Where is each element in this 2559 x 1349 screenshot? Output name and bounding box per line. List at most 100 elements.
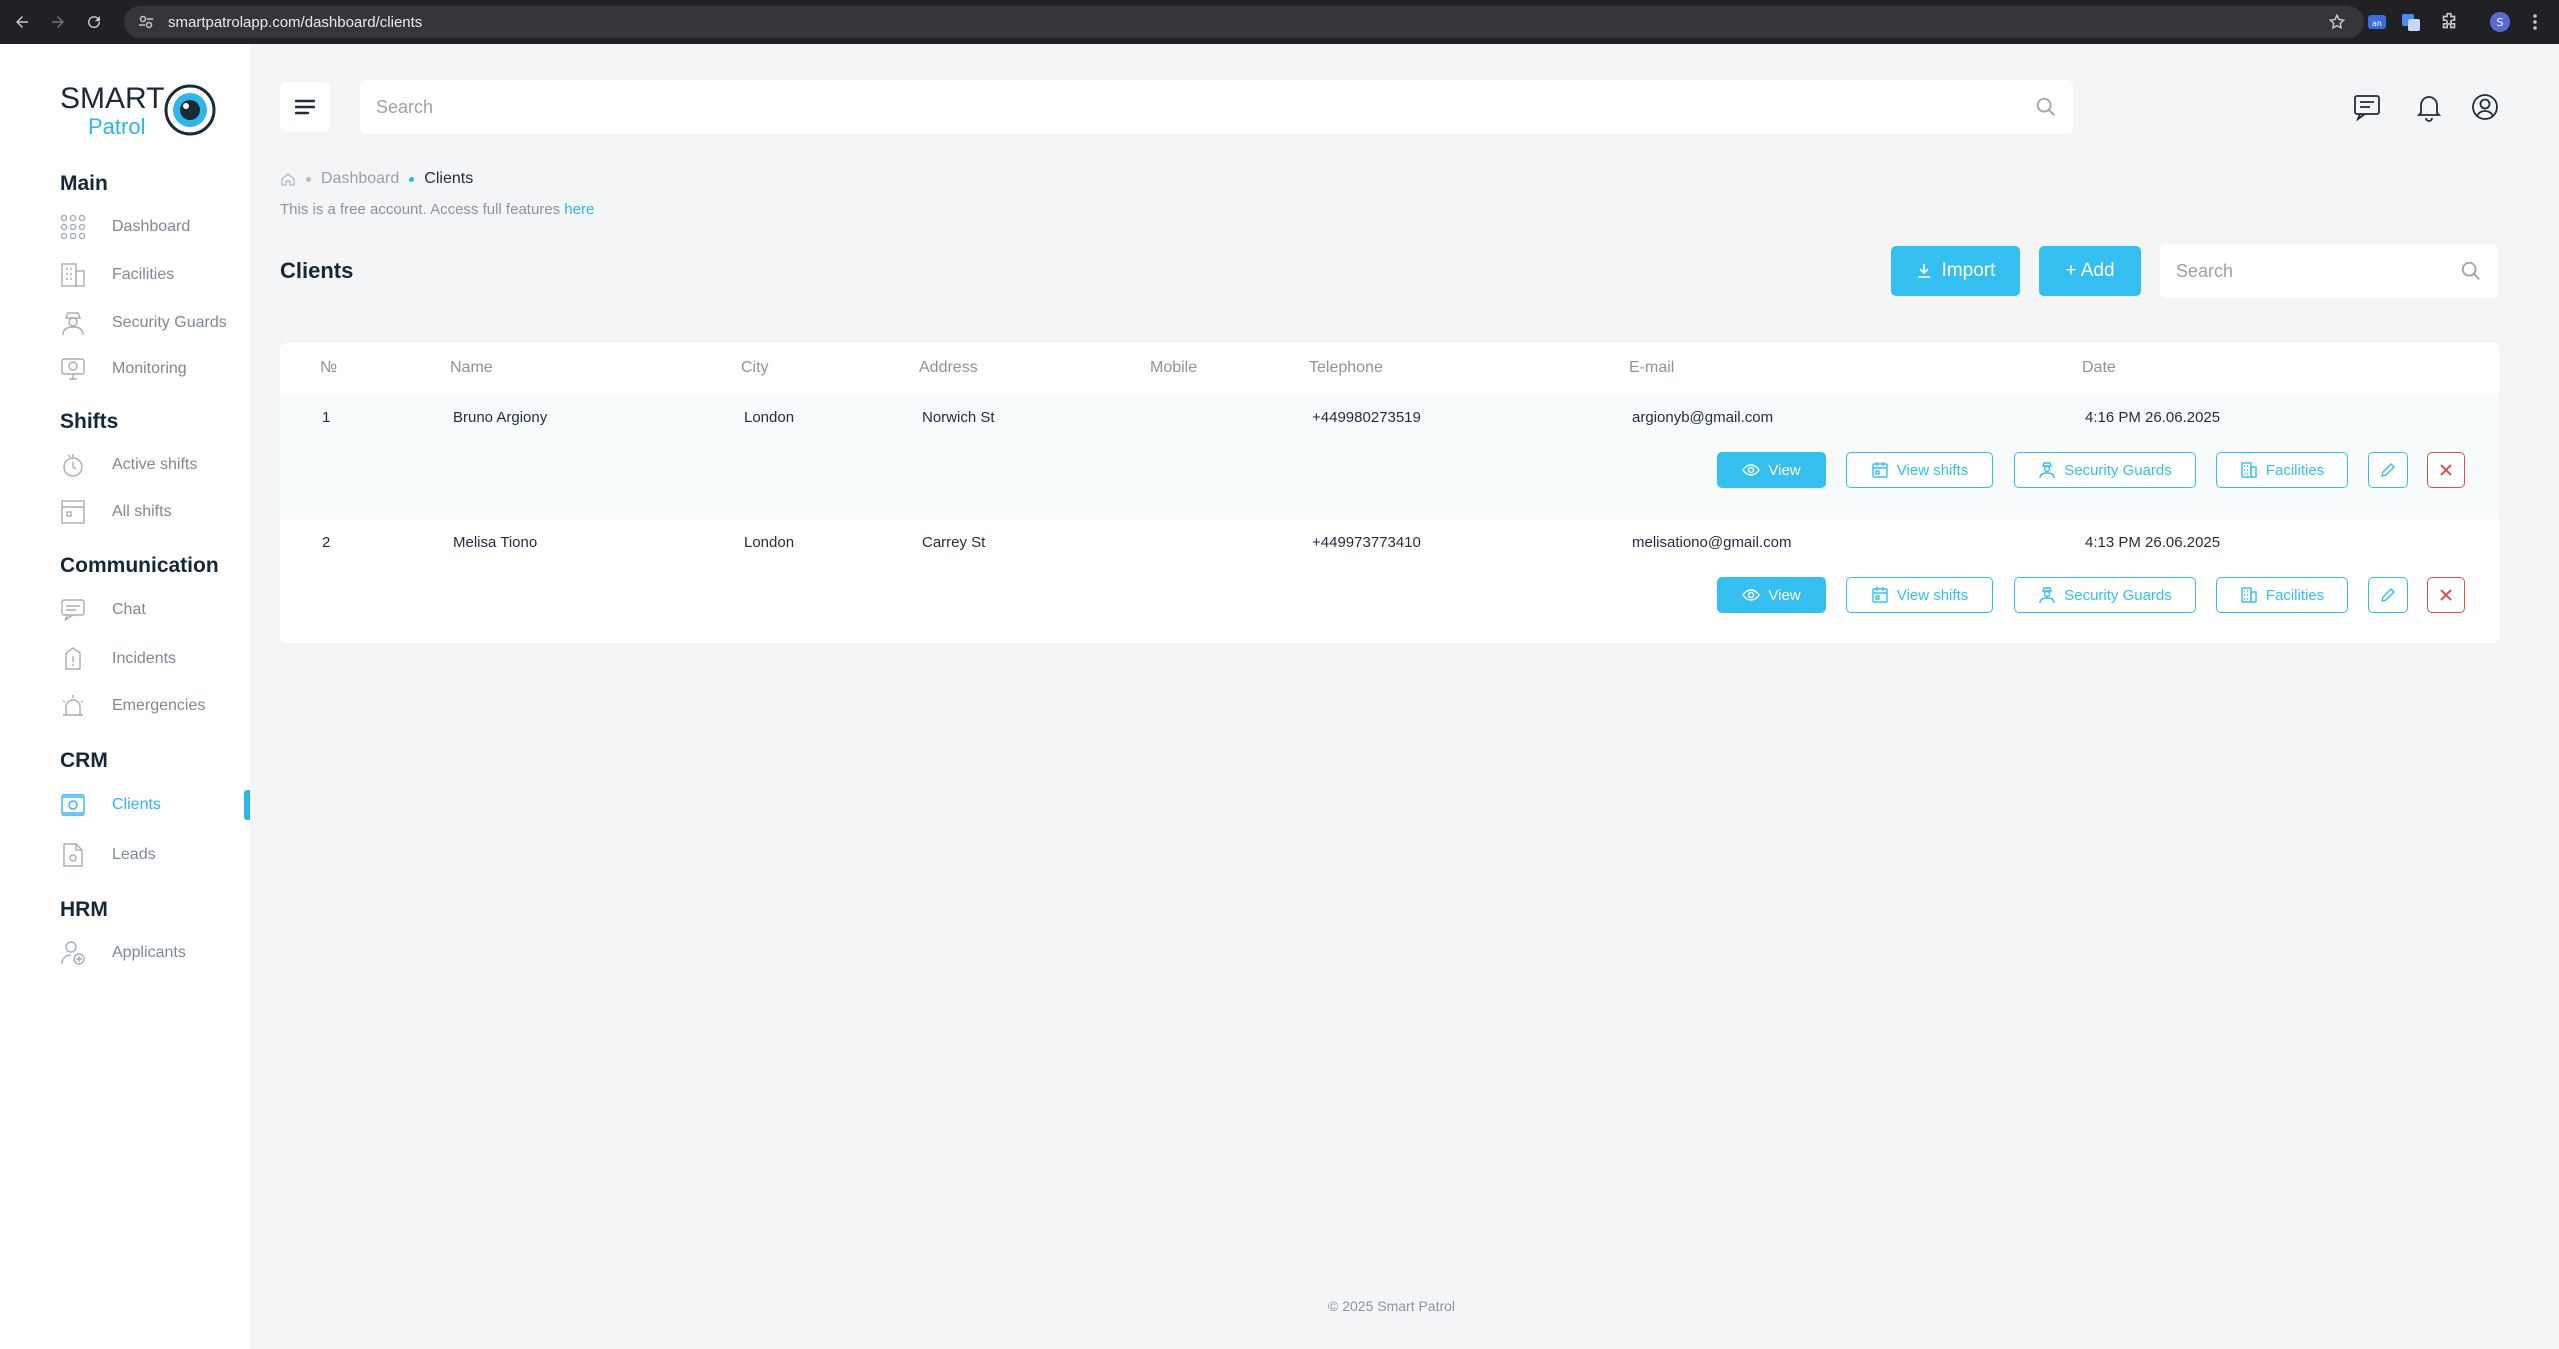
back-icon[interactable] <box>8 8 36 36</box>
bookmark-star-icon[interactable] <box>2328 13 2346 31</box>
upgrade-link[interactable]: here <box>564 201 594 218</box>
free-account-notice: This is a free account. Access full feat… <box>280 201 594 218</box>
sidebar-item-incidents[interactable]: Incidents <box>60 644 250 674</box>
calendar-icon <box>1872 462 1888 478</box>
logo-text-patrol: Patrol <box>88 114 146 139</box>
edit-button[interactable] <box>2368 577 2408 613</box>
active-indicator <box>244 790 250 820</box>
column-header-telephone: Telephone <box>1309 359 1383 376</box>
svg-text:an: an <box>2372 19 2382 28</box>
sidebar-item-facilities[interactable]: Facilities <box>60 260 250 290</box>
cell-name: Bruno Argiony <box>453 409 548 426</box>
profile-avatar-icon[interactable]: S <box>2489 11 2511 33</box>
cell-city: London <box>744 409 795 426</box>
close-icon <box>2440 464 2452 476</box>
global-search[interactable] <box>360 80 2073 134</box>
sidebar-item-chat[interactable]: Chat <box>60 595 250 625</box>
extensions-puzzle-icon[interactable] <box>2438 11 2460 33</box>
cell-name: Melisa Tiono <box>453 534 538 551</box>
view-shifts-button-label: View shifts <box>1896 586 1969 604</box>
sidebar-item-label: Facilities <box>112 266 175 283</box>
monitor-icon <box>61 358 85 380</box>
view-button-label: View <box>1768 461 1801 479</box>
global-search-input[interactable] <box>376 96 1904 118</box>
breadcrumb-separator <box>306 176 311 182</box>
view-button[interactable]: View <box>1717 452 1826 488</box>
breadcrumb-current: Clients <box>424 170 474 187</box>
user-account-icon[interactable] <box>2470 92 2500 122</box>
delete-button[interactable] <box>2427 452 2465 488</box>
download-icon <box>1917 264 1930 278</box>
site-settings-icon[interactable] <box>138 14 154 30</box>
sidebar-item-active-shifts[interactable]: Active shifts <box>60 450 250 480</box>
security-guards-button[interactable]: Security Guards <box>2014 452 2196 488</box>
cell-address: Norwich St <box>922 409 995 426</box>
reload-icon[interactable] <box>80 8 108 36</box>
extension-icon-1[interactable]: an <box>2366 11 2388 33</box>
forward-icon[interactable] <box>44 8 72 36</box>
view-shifts-button[interactable]: View shifts <box>1846 577 1993 613</box>
delete-button[interactable] <box>2427 577 2465 613</box>
hamburger-icon <box>295 99 315 115</box>
notification-bell-icon[interactable] <box>2414 92 2444 122</box>
pencil-icon <box>2381 588 2395 602</box>
sidebar-item-label: Chat <box>112 601 146 618</box>
grid-icon <box>60 214 86 240</box>
sidebar-item-all-shifts[interactable]: All shifts <box>60 497 250 527</box>
view-shifts-button-label: View shifts <box>1896 461 1969 479</box>
sidebar-item-label: Active shifts <box>112 456 198 473</box>
sidebar-item-applicants[interactable]: Applicants <box>60 938 250 968</box>
cell-date: 4:13 PM 26.06.2025 <box>2085 534 2221 551</box>
sidebar-item-label: Clients <box>112 796 161 813</box>
sidebar-item-dashboard[interactable]: Dashboard <box>60 212 250 242</box>
building-icon <box>61 263 85 287</box>
menu-toggle-button[interactable] <box>280 82 330 132</box>
facilities-button-label: Facilities <box>2265 586 2325 604</box>
column-header-date: Date <box>2082 359 2116 376</box>
sidebar-item-emergencies[interactable]: Emergencies <box>60 691 250 721</box>
table-row: 2 Melisa Tiono London Carrey St +4499737… <box>280 520 2499 644</box>
notice-text: This is a free account. Access full feat… <box>280 201 565 218</box>
cell-number: 1 <box>322 409 331 426</box>
breadcrumb-dashboard-link[interactable]: Dashboard <box>321 170 399 188</box>
column-header-email: E-mail <box>1629 359 1675 376</box>
chat-icon <box>61 599 85 621</box>
search-icon[interactable] <box>2460 260 2482 282</box>
sidebar-item-leads[interactable]: Leads <box>60 840 250 870</box>
guard-icon <box>2039 462 2055 479</box>
home-icon[interactable] <box>280 171 296 187</box>
sidebar-item-security-guards[interactable]: Security Guards <box>60 308 250 338</box>
translate-extension-icon[interactable] <box>2400 11 2422 33</box>
breadcrumb-separator <box>409 176 415 182</box>
sidebar-item-clients[interactable]: Clients <box>60 790 250 820</box>
clients-search[interactable] <box>2160 244 2498 298</box>
address-bar[interactable]: smartpatrolapp.com/dashboard/clients <box>124 6 2364 38</box>
facilities-button[interactable]: Facilities <box>2216 577 2348 613</box>
facilities-button[interactable]: Facilities <box>2216 452 2348 488</box>
sidebar-item-monitoring[interactable]: Monitoring <box>60 354 250 384</box>
eye-icon <box>1742 464 1761 476</box>
logo[interactable]: SMART Patrol <box>60 80 220 140</box>
cell-date: 4:16 PM 26.06.2025 <box>2085 409 2221 426</box>
edit-button[interactable] <box>2368 452 2408 488</box>
cell-address: Carrey St <box>922 534 986 551</box>
security-guards-button-label: Security Guards <box>2064 586 2172 604</box>
column-header-name: Name <box>450 359 493 376</box>
add-client-button[interactable]: + Add <box>2039 246 2141 296</box>
view-button[interactable]: View <box>1717 577 1826 613</box>
building-icon <box>2241 462 2257 478</box>
search-icon[interactable] <box>2035 96 2057 118</box>
breadcrumb: Dashboard Clients <box>280 170 473 188</box>
facilities-button-label: Facilities <box>2265 461 2325 479</box>
sidebar-item-label: Emergencies <box>112 697 206 714</box>
browser-menu-icon[interactable] <box>2524 11 2546 33</box>
security-guards-button[interactable]: Security Guards <box>2014 577 2196 613</box>
money-icon <box>61 794 85 816</box>
add-button-label: + Add <box>2065 260 2115 281</box>
applicant-icon <box>61 941 85 965</box>
clients-search-input[interactable] <box>2176 260 2466 282</box>
messages-icon[interactable] <box>2352 92 2382 122</box>
view-shifts-button[interactable]: View shifts <box>1846 452 1993 488</box>
import-button[interactable]: Import <box>1891 246 2020 296</box>
section-title-shifts: Shifts <box>60 410 119 433</box>
